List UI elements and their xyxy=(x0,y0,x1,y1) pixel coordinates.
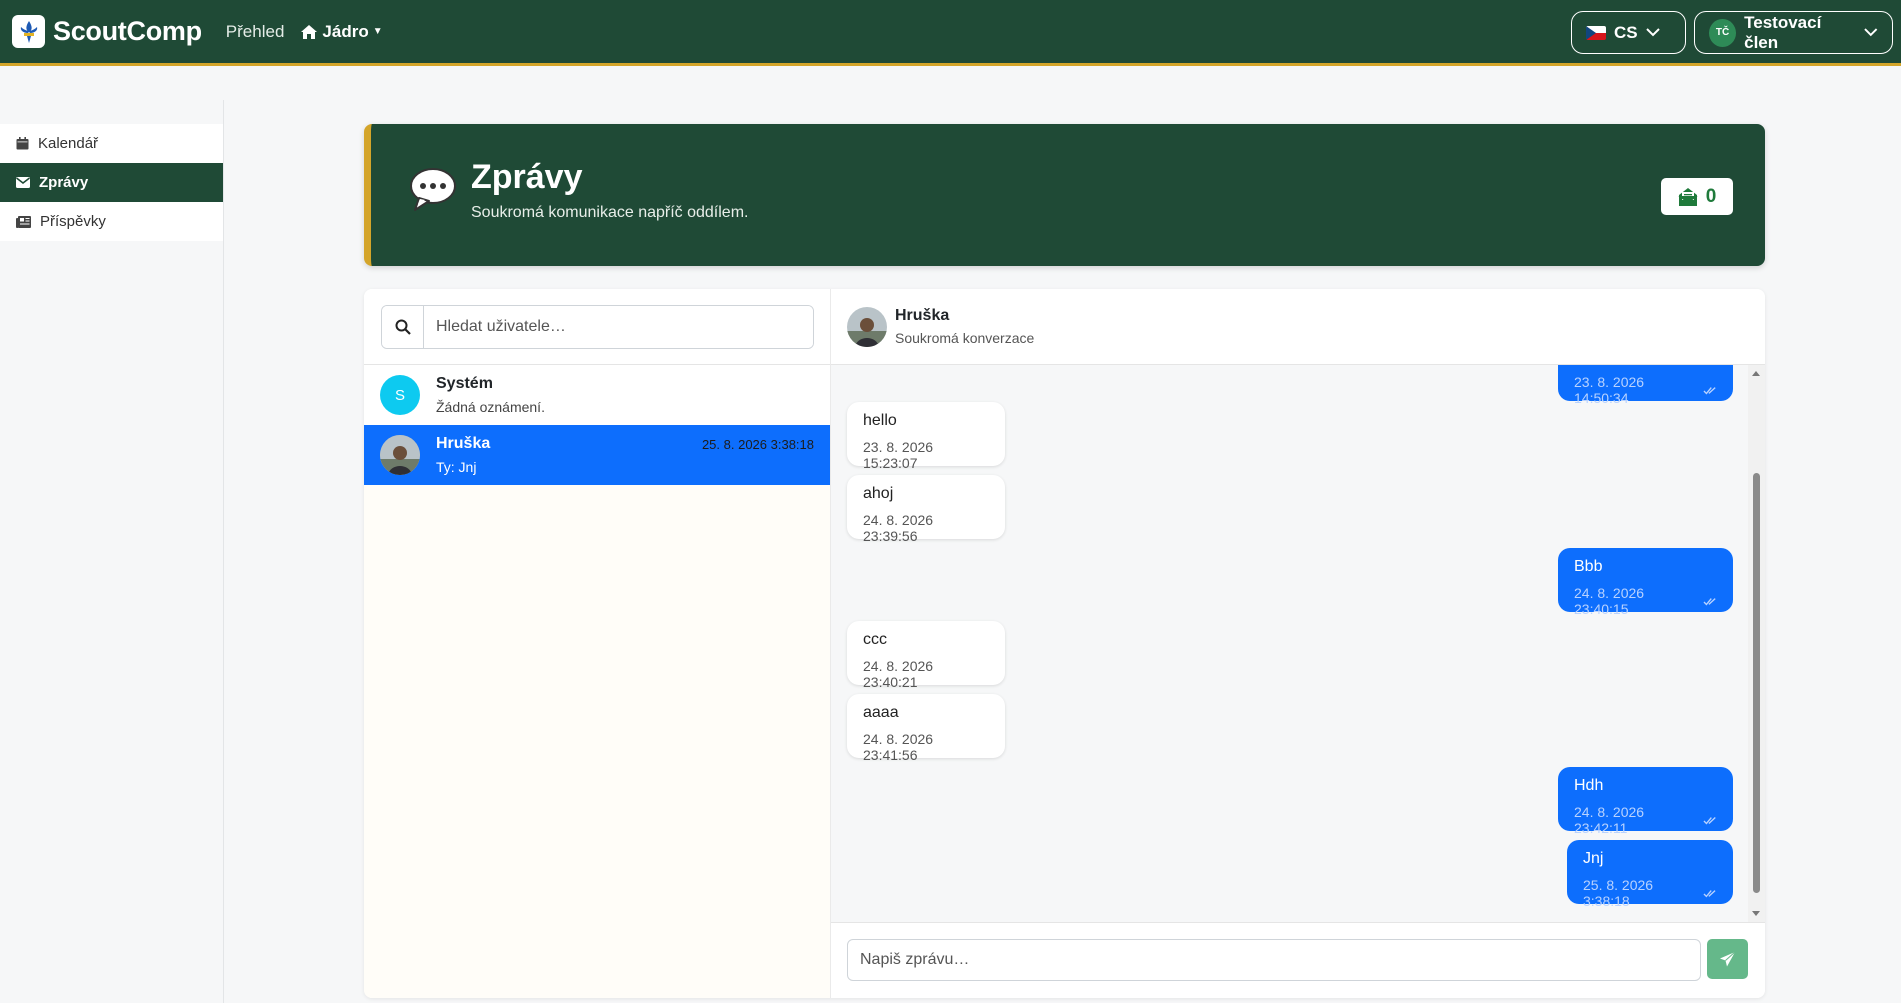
message-time-row: 24. 8. 2026 23:42:11 xyxy=(1574,804,1717,836)
sidebar-item-label: Příspěvky xyxy=(40,213,106,230)
caret-down-icon: ▼ xyxy=(372,26,383,37)
message-time: 24. 8. 2026 23:41:56 xyxy=(863,731,934,763)
avatar xyxy=(847,306,887,347)
message-text: ahoj xyxy=(863,485,894,502)
page-subtitle: Soukromá komunikace napříč oddílem. xyxy=(471,204,749,221)
brand-name: ScoutComp xyxy=(53,16,202,46)
message-input[interactable] xyxy=(847,939,1701,981)
message-time-row: 23. 8. 2026 14:50:34 xyxy=(1574,374,1717,406)
message-outgoing: Hdh 24. 8. 2026 23:42:11 xyxy=(1558,767,1733,836)
user-search-input[interactable] xyxy=(424,306,813,348)
sidebar-item-messages[interactable]: Zprávy xyxy=(0,163,223,202)
conversation-time: 25. 8. 2026 3:38:18 xyxy=(701,437,814,452)
scroll-thumb[interactable] xyxy=(1753,473,1760,893)
czech-flag-icon xyxy=(1586,25,1606,40)
language-label: CS xyxy=(1614,22,1638,42)
sidebar-item-label: Kalendář xyxy=(38,135,99,152)
chat-header: Hruška Soukromá konverzace xyxy=(831,289,1765,365)
message-list[interactable]: 23. 8. 2026 14:50:34 hello 23. 8. 2026 1… xyxy=(831,365,1765,922)
message-composer xyxy=(831,922,1765,998)
user-avatar: TČ xyxy=(1709,18,1737,47)
home-icon xyxy=(301,24,318,39)
sidebar-item-posts[interactable]: Příspěvky xyxy=(0,202,223,241)
unread-count: 0 xyxy=(1705,185,1717,207)
double-check-icon xyxy=(1703,816,1716,824)
send-button[interactable] xyxy=(1707,939,1748,979)
message-text: aaaa xyxy=(863,704,899,721)
calendar-icon xyxy=(16,137,29,150)
avatar xyxy=(380,435,420,475)
scroll-down-arrow[interactable] xyxy=(1752,911,1760,916)
message-outgoing: 23. 8. 2026 14:50:34 xyxy=(1558,365,1733,406)
message-text: Hdh xyxy=(1574,777,1604,794)
chat-partner-name: Hruška xyxy=(895,307,950,324)
top-navbar: ScoutComp Přehled Jádro ▼ CS TČ Testovac… xyxy=(0,0,1901,66)
conversation-preview: Ty: Jnj xyxy=(436,459,477,475)
sidebar-item-calendar[interactable]: Kalendář xyxy=(0,124,223,163)
page-header: Zprávy Soukromá komunikace napříč oddíle… xyxy=(364,124,1765,266)
message-outgoing: Bbb 24. 8. 2026 23:40:15 xyxy=(1558,548,1733,617)
message-incoming: hello 23. 8. 2026 15:23:07 xyxy=(847,402,1005,471)
user-menu[interactable]: TČ Testovací člen xyxy=(1694,11,1893,54)
message-time-row: 24. 8. 2026 23:40:15 xyxy=(1574,585,1717,617)
nav-core-label: Jádro xyxy=(322,21,369,41)
chat-pane: Hruška Soukromá konverzace 23. 8. 2026 1… xyxy=(831,289,1765,998)
language-selector[interactable]: CS xyxy=(1571,11,1686,54)
user-search-area xyxy=(364,289,830,365)
conversation-name: Hruška xyxy=(436,435,491,452)
message-text: ccc xyxy=(863,631,887,648)
message-text: hello xyxy=(863,412,897,429)
paper-plane-icon xyxy=(1720,951,1736,966)
fleur-de-lis-icon xyxy=(12,15,45,48)
message-time: 24. 8. 2026 23:42:11 xyxy=(1574,804,1645,836)
nav-core-dropdown[interactable]: Jádro ▼ xyxy=(300,21,383,42)
message-time: 24. 8. 2026 23:40:15 xyxy=(1574,585,1645,617)
sidebar: Kalendář Zprávy Příspěvky xyxy=(0,100,224,1003)
message-text: Bbb xyxy=(1574,558,1603,575)
page-title: Zprávy xyxy=(471,158,583,196)
message-incoming: ahoj 24. 8. 2026 23:39:56 xyxy=(847,475,1005,544)
avatar: S xyxy=(380,375,420,415)
search-button[interactable] xyxy=(382,306,424,348)
message-time: 24. 8. 2026 23:40:21 xyxy=(863,658,934,690)
double-check-icon xyxy=(1703,597,1716,605)
speech-bubble-icon xyxy=(409,166,457,217)
conversation-preview: Žádná oznámení. xyxy=(436,399,545,415)
brand[interactable]: ScoutComp xyxy=(12,15,202,48)
message-time: 23. 8. 2026 14:50:34 xyxy=(1574,374,1645,406)
nav-overview[interactable]: Přehled xyxy=(226,22,285,42)
conversation-item-hruska[interactable]: Hruška Ty: Jnj 25. 8. 2026 3:38:18 xyxy=(364,425,830,485)
conversation-name: Systém xyxy=(436,375,493,392)
unread-count-badge[interactable]: 0 xyxy=(1661,178,1733,215)
scroll-up-arrow[interactable] xyxy=(1752,371,1760,376)
double-check-icon xyxy=(1703,386,1716,394)
conversation-item-system[interactable]: S Systém Žádná oznámení. xyxy=(364,365,830,425)
message-incoming: ccc 24. 8. 2026 23:40:21 xyxy=(847,621,1005,690)
message-scrollbar[interactable] xyxy=(1748,365,1765,922)
message-time: 24. 8. 2026 23:39:56 xyxy=(863,512,934,544)
chevron-down-icon xyxy=(1864,28,1878,37)
user-search xyxy=(381,305,814,349)
messenger-panel: S Systém Žádná oznámení. Hruška Ty: Jnj … xyxy=(364,289,1765,998)
envelope-open-icon xyxy=(1678,187,1698,206)
message-time: 25. 8. 2026 3:38:18 xyxy=(1583,877,1654,909)
user-name: Testovací člen xyxy=(1744,12,1822,52)
double-check-icon xyxy=(1703,889,1717,897)
conversation-list-pane: S Systém Žádná oznámení. Hruška Ty: Jnj … xyxy=(364,289,831,998)
newspaper-icon xyxy=(16,215,31,228)
message-text: Jnj xyxy=(1583,850,1604,867)
search-icon xyxy=(395,319,411,335)
message-incoming: aaaa 24. 8. 2026 23:41:56 xyxy=(847,694,1005,763)
message-outgoing: Jnj 25. 8. 2026 3:38:18 xyxy=(1567,840,1733,909)
envelope-icon xyxy=(16,177,30,188)
chevron-down-icon xyxy=(1645,28,1660,37)
sidebar-item-label: Zprávy xyxy=(39,174,89,191)
message-time-row: 25. 8. 2026 3:38:18 xyxy=(1583,877,1717,909)
chat-subtitle: Soukromá konverzace xyxy=(895,330,1035,346)
message-time: 23. 8. 2026 15:23:07 xyxy=(863,439,934,471)
